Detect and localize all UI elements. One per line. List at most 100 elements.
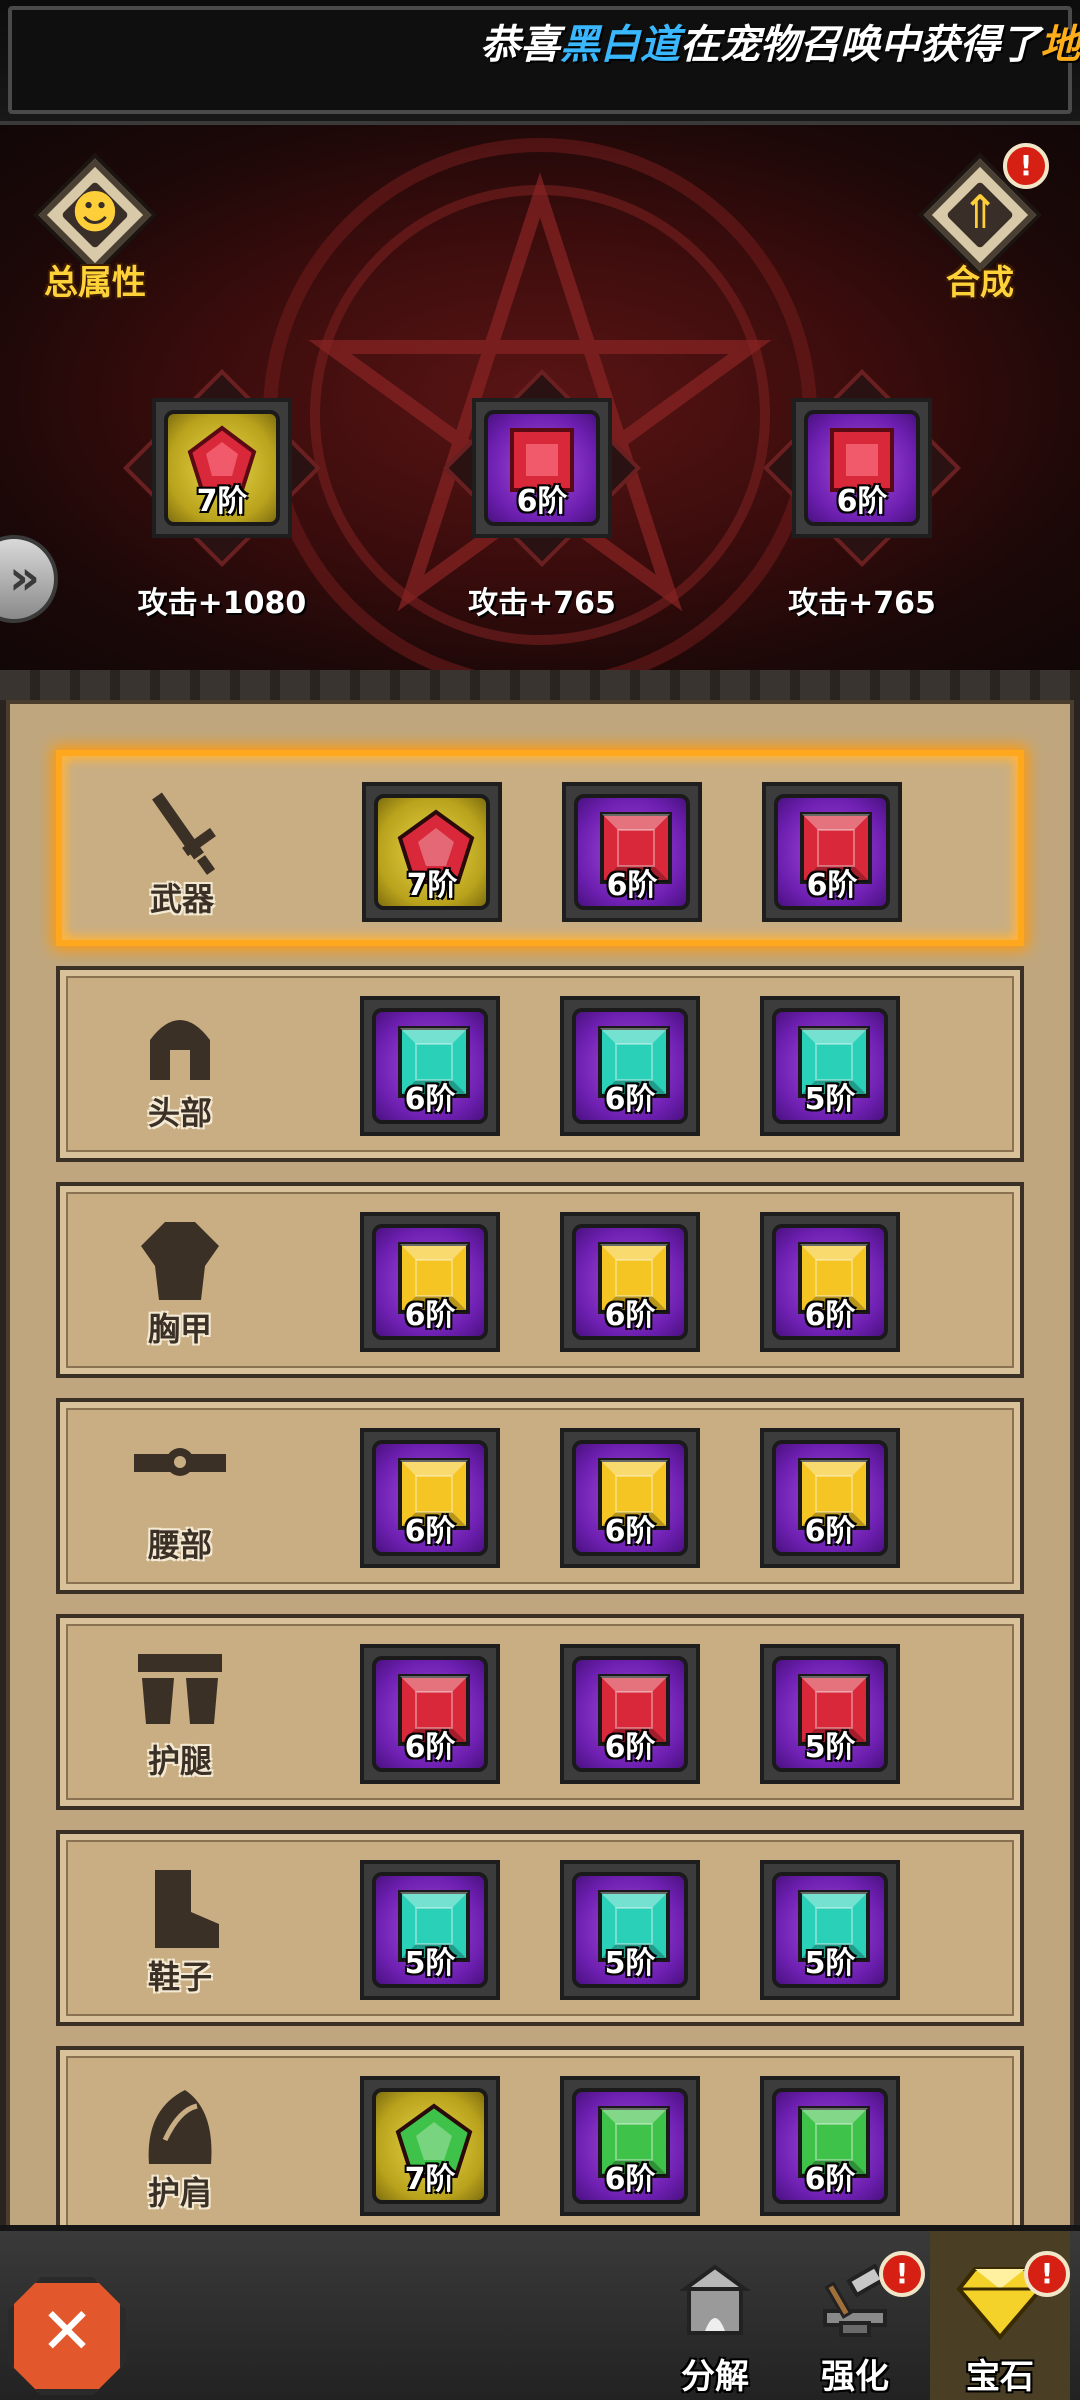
gem-slot[interactable]: 6阶 <box>360 996 500 1136</box>
altar-gem-slot[interactable]: 6阶 攻击+765 <box>442 369 642 621</box>
leg-guard-icon <box>130 1648 230 1738</box>
decompose-label: 分解 <box>681 2357 749 2397</box>
gem-tile: 7阶 <box>152 398 292 538</box>
gem-tile: 6阶 <box>792 398 932 538</box>
enhance-label: 强化 <box>821 2357 889 2397</box>
altar-attribute-text: 攻击+765 <box>468 586 616 621</box>
gem-slot[interactable]: 6阶 <box>360 1212 500 1352</box>
equipment-part-label: 护肩 <box>147 2174 212 2212</box>
boots-icon <box>130 1864 230 1954</box>
gem-slot[interactable]: 7阶 <box>362 782 502 922</box>
decompose-button[interactable]: 分解 <box>645 2231 785 2400</box>
furnace-icon <box>645 2261 785 2358</box>
gem-tier: 6阶 <box>404 1730 456 1765</box>
gem-tier: 7阶 <box>404 2162 456 2197</box>
close-button[interactable]: ✕ <box>8 2277 126 2395</box>
gem-slot[interactable]: 6阶 <box>560 1428 700 1568</box>
gem-slot[interactable]: 7阶 <box>360 2076 500 2216</box>
gem-tier: 6阶 <box>604 2162 656 2197</box>
gem-slot[interactable]: 6阶 <box>760 1428 900 1568</box>
gem-tier: 5阶 <box>804 1082 856 1117</box>
gem-tier: 6阶 <box>606 868 658 903</box>
gem-slot[interactable]: 5阶 <box>360 1860 500 2000</box>
sword-icon <box>132 786 232 876</box>
gem-slot[interactable]: 5阶 <box>760 1860 900 2000</box>
equipment-row[interactable]: 头部 6阶 6阶 5阶 <box>56 966 1024 1162</box>
gem-tier: 6阶 <box>604 1298 656 1333</box>
person-icon: ☻ <box>71 185 119 239</box>
helmet-icon <box>130 1000 230 1090</box>
gem-tier: 6阶 <box>604 1730 656 1765</box>
gem-tier: 6阶 <box>604 1082 656 1117</box>
equipment-part-label: 鞋子 <box>147 1958 212 1996</box>
gem-slot[interactable]: 5阶 <box>760 996 900 1136</box>
enhance-button[interactable]: 强化 ! <box>785 2231 925 2400</box>
equipment-row[interactable]: 腰部 6阶 6阶 6阶 <box>56 1398 1024 1594</box>
gem-tier: 7阶 <box>406 868 458 903</box>
equipment-row[interactable]: 胸甲 6阶 6阶 6阶 <box>56 1182 1024 1378</box>
gem-tier: 6阶 <box>404 1082 456 1117</box>
altar-gem-slot[interactable]: 7阶 攻击+1080 <box>122 369 322 621</box>
gem-slot[interactable]: 6阶 <box>562 782 702 922</box>
gem-slot[interactable]: 6阶 <box>560 1644 700 1784</box>
gem-slot[interactable]: 6阶 <box>762 782 902 922</box>
upgrade-arrow-icon: ⇑ <box>960 185 1000 239</box>
gem-tier: 6阶 <box>806 868 858 903</box>
announcement-player: 黑白道 <box>560 22 680 68</box>
gem-slot[interactable]: 6阶 <box>760 1212 900 1352</box>
gem-alert-badge: ! <box>1024 2251 1070 2297</box>
equipment-panel: 武器 7阶 6阶 6阶 头部 6阶 6阶 5阶 胸甲 6阶 6阶 6阶 腰部 6阶 6阶 6阶 护腿 6阶 6阶 5阶… <box>0 670 1080 2242</box>
shoulder-guard-icon <box>130 2080 230 2170</box>
gem-tier: 6阶 <box>404 1298 456 1333</box>
synthesize-button[interactable]: ⇑ 合成 ! <box>915 143 1049 303</box>
gem-slot[interactable]: 6阶 <box>560 2076 700 2216</box>
chest-armor-icon <box>130 1216 230 1306</box>
equipment-part-label: 武器 <box>149 880 214 918</box>
gem-slot[interactable]: 6阶 <box>360 1644 500 1784</box>
gem-slot[interactable]: 5阶 <box>760 1644 900 1784</box>
gem-tier: 6阶 <box>804 2162 856 2197</box>
announcement-banner: 恭喜黑白道在宠物召唤中获得了地狱 <box>0 0 1080 125</box>
total-attributes-label: 总属性 <box>44 263 146 303</box>
expand-arrow-button[interactable]: » <box>0 535 58 623</box>
gem-slot[interactable]: 6阶 <box>360 1428 500 1568</box>
announcement-text: 恭喜黑白道在宠物召唤中获得了地狱 <box>480 12 1080 70</box>
altar-gem-slot[interactable]: 6阶 攻击+765 <box>762 369 962 621</box>
equipment-row[interactable]: 护腿 6阶 6阶 5阶 <box>56 1614 1024 1810</box>
gem-tier: 5阶 <box>604 1946 656 1981</box>
announcement-reward: 地狱 <box>1040 22 1080 68</box>
gem-tier: 7阶 <box>196 484 248 519</box>
gem-tier: 6阶 <box>804 1298 856 1333</box>
gem-tier: 6阶 <box>836 484 888 519</box>
gem-tier: 5阶 <box>804 1946 856 1981</box>
total-attributes-button[interactable]: ☻ 总属性 <box>30 145 160 303</box>
bottom-nav: ✕ 分解 强化 ! 宝石 ! <box>0 2225 1080 2400</box>
belt-icon <box>130 1432 230 1522</box>
gem-altar: ☻ 总属性 ⇑ 合成 ! » 7阶 攻击+1080 6阶 攻击+765 6阶 攻… <box>0 125 1080 670</box>
gem-tier: 5阶 <box>804 1730 856 1765</box>
announcement-middle: 在宠物召唤中获得了 <box>680 22 1040 68</box>
gem-tile: 6阶 <box>472 398 612 538</box>
altar-attribute-text: 攻击+765 <box>788 586 936 621</box>
enhance-alert-badge: ! <box>879 2251 925 2297</box>
gem-tier: 6阶 <box>404 1514 456 1549</box>
equipment-row[interactable]: 鞋子 5阶 5阶 5阶 <box>56 1830 1024 2026</box>
gem-slot[interactable]: 6阶 <box>760 2076 900 2216</box>
gem-slot[interactable]: 6阶 <box>560 996 700 1136</box>
equipment-part-label: 腰部 <box>147 1526 212 1564</box>
gem-tier: 6阶 <box>804 1514 856 1549</box>
gem-tier: 6阶 <box>516 484 568 519</box>
equipment-row[interactable]: 护肩 7阶 6阶 6阶 <box>56 2046 1024 2242</box>
gem-tab-button[interactable]: 宝石 ! <box>930 2231 1070 2400</box>
gem-tab-label: 宝石 <box>966 2357 1034 2397</box>
equipment-row[interactable]: 武器 7阶 6阶 6阶 <box>56 750 1024 946</box>
announcement-prefix: 恭喜 <box>480 22 560 68</box>
altar-attribute-text: 攻击+1080 <box>137 586 307 621</box>
equipment-part-label: 护腿 <box>147 1742 212 1780</box>
equipment-part-label: 头部 <box>147 1094 212 1132</box>
gem-slot[interactable]: 6阶 <box>560 1212 700 1352</box>
gem-slot[interactable]: 5阶 <box>560 1860 700 2000</box>
synthesize-alert-badge: ! <box>1003 143 1049 189</box>
synthesize-label: 合成 <box>946 263 1014 303</box>
close-icon: ✕ <box>40 2295 94 2369</box>
